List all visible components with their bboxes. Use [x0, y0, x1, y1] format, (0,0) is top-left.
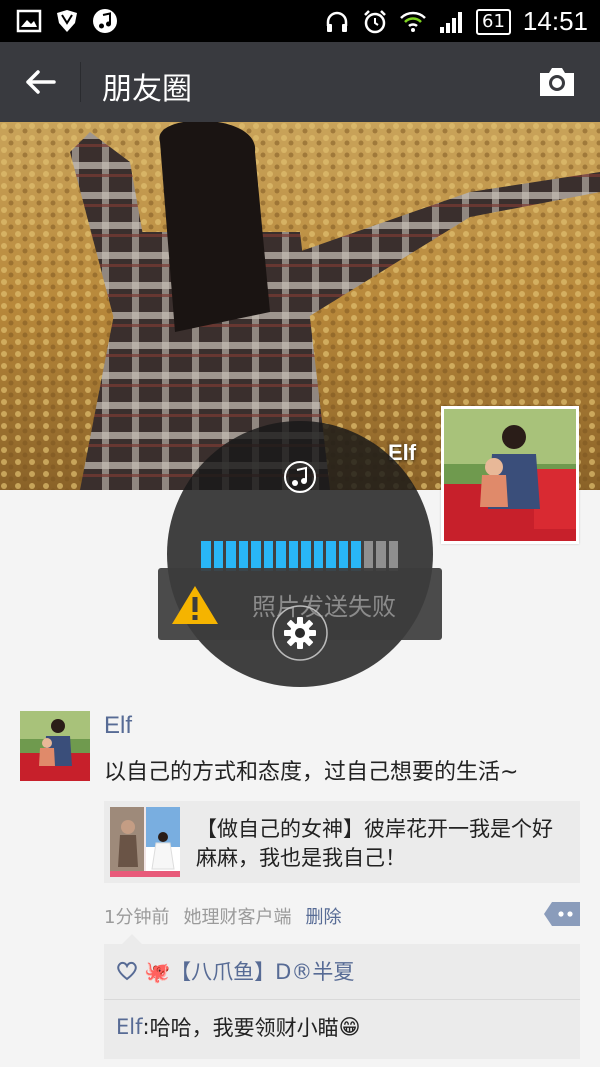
gear-icon[interactable]	[271, 604, 329, 662]
status-clock: 14:51	[522, 6, 588, 36]
headphones-icon	[326, 11, 348, 32]
progress-segment	[313, 541, 323, 571]
nav-divider	[80, 62, 81, 102]
progress-bar	[201, 541, 398, 571]
music-icon[interactable]	[283, 460, 317, 494]
nav-bar: 朋友圈	[0, 42, 600, 122]
divider	[104, 999, 580, 1000]
post-source[interactable]: 她理财客户端	[183, 903, 291, 929]
post-author-name[interactable]: Elf	[104, 712, 132, 740]
comment-author[interactable]: Elf	[116, 1015, 143, 1039]
progress-segment	[338, 541, 348, 571]
delete-button[interactable]: 删除	[305, 903, 341, 929]
avatar-image	[444, 409, 576, 541]
post-time: 1分钟前	[104, 907, 170, 928]
progress-segment	[276, 541, 286, 571]
progress-segment	[251, 541, 261, 571]
post-author-avatar[interactable]	[20, 711, 90, 781]
progress-segment	[201, 541, 211, 571]
wifi-icon	[400, 11, 426, 32]
post-avatar-image	[20, 711, 90, 781]
page-title: 朋友圈	[102, 72, 192, 107]
gallery-icon	[16, 9, 42, 33]
profile-avatar[interactable]	[441, 406, 579, 544]
progress-segment	[363, 541, 373, 571]
back-arrow-icon[interactable]	[18, 62, 62, 102]
warning-icon	[172, 586, 218, 624]
shared-link-title: 【做自己的女神】彼岸花开一我是个好麻麻，我也是我自己！	[196, 817, 553, 870]
signal-icon	[440, 11, 463, 33]
post-text: 以自己的方式和态度，过自己想要的生活~	[104, 760, 519, 785]
alarm-icon	[364, 9, 386, 33]
progress-segment	[238, 541, 248, 571]
comment-separator: :	[142, 1015, 150, 1039]
music-note-icon	[93, 9, 117, 33]
progress-segment	[351, 541, 361, 571]
progress-segment	[226, 541, 236, 571]
progress-segment	[376, 541, 386, 571]
battery-level: 61	[476, 8, 511, 35]
progress-segment	[213, 541, 223, 571]
progress-segment	[301, 541, 311, 571]
post-meta: 1分钟前 她理财客户端 删除	[104, 903, 341, 929]
progress-segment	[388, 541, 398, 571]
comment-menu-icon[interactable]	[544, 902, 580, 926]
likes-comments-box: 🐙【八爪鱼】D®半夏 Elf: 哈哈，我要领财小瞄 😁	[104, 934, 580, 1059]
comment-item[interactable]: Elf: 哈哈，我要领财小瞄 😁	[116, 1012, 360, 1042]
shared-link-thumbnail	[110, 807, 180, 877]
likes-row: 🐙【八爪鱼】D®半夏	[116, 956, 354, 986]
progress-segment	[263, 541, 273, 571]
progress-segment	[288, 541, 298, 571]
heart-icon	[117, 961, 137, 981]
likes-list[interactable]: 🐙【八爪鱼】D®半夏	[144, 956, 354, 986]
status-bar: 61 14:51	[0, 0, 600, 42]
grin-emoji-icon: 😁	[338, 1015, 361, 1039]
shared-link-card[interactable]: 【做自己的女神】彼岸花开一我是个好麻麻，我也是我自己！	[104, 801, 580, 883]
progress-segment	[326, 541, 336, 571]
comment-text: 哈哈，我要领财小瞄	[149, 1016, 339, 1040]
shield-icon	[57, 10, 77, 32]
camera-icon[interactable]	[536, 62, 578, 102]
